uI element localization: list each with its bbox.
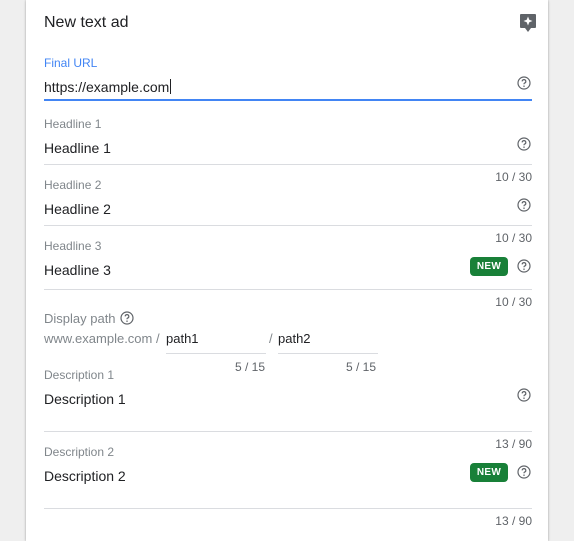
headline2-input[interactable]: Headline 2 [44,201,111,217]
headline3-label: Headline 3 [44,239,102,253]
help-icon[interactable] [120,311,134,325]
description2-counter: 13 / 90 [495,514,532,528]
help-icon[interactable] [517,465,531,479]
help-icon[interactable] [517,388,531,402]
path2-underline [278,353,378,354]
final-url-label: Final URL [44,56,98,70]
path-separator: / [269,331,273,346]
new-badge: NEW [470,257,508,276]
description2-input[interactable]: Description 2 [44,468,126,484]
final-url-value: https://example.com [44,79,170,95]
headline1-counter: 10 / 30 [495,170,532,184]
help-icon[interactable] [517,137,531,151]
description1-counter: 13 / 90 [495,437,532,451]
panel-title: New text ad [44,14,129,31]
description1-label: Description 1 [44,368,115,382]
description1-input[interactable]: Description 1 [44,391,126,407]
path1-input[interactable]: path1 [166,331,199,346]
path2-input[interactable]: path2 [278,331,311,346]
headline1-input[interactable]: Headline 1 [44,140,111,156]
headline3-input[interactable]: Headline 3 [44,262,111,278]
headline2-label: Headline 2 [44,178,102,192]
headline3-underline [44,289,532,290]
help-icon[interactable] [517,259,531,273]
headline2-underline [44,225,532,226]
headline2-counter: 10 / 30 [495,231,532,245]
description2-label: Description 2 [44,445,115,459]
headline1-label: Headline 1 [44,117,102,131]
new-text-ad-panel: New text ad Final URL https://example.co… [26,0,548,541]
path2-counter: 5 / 15 [346,360,377,374]
headline3-counter: 10 / 30 [495,295,532,309]
headline1-underline [44,164,532,165]
description2-underline [44,508,532,509]
path1-underline [166,353,266,354]
display-path-label: Display path [44,311,116,326]
final-url-input[interactable]: https://example.com [44,79,172,95]
display-path-domain: www.example.com / [44,331,160,346]
help-icon[interactable] [517,198,531,212]
description1-underline [44,431,532,432]
lightbulb-icon[interactable] [519,13,537,33]
help-icon[interactable] [517,76,531,90]
path1-counter: 5 / 15 [235,360,266,374]
new-badge: NEW [470,463,508,482]
text-caret [170,79,172,94]
final-url-underline [44,99,532,101]
